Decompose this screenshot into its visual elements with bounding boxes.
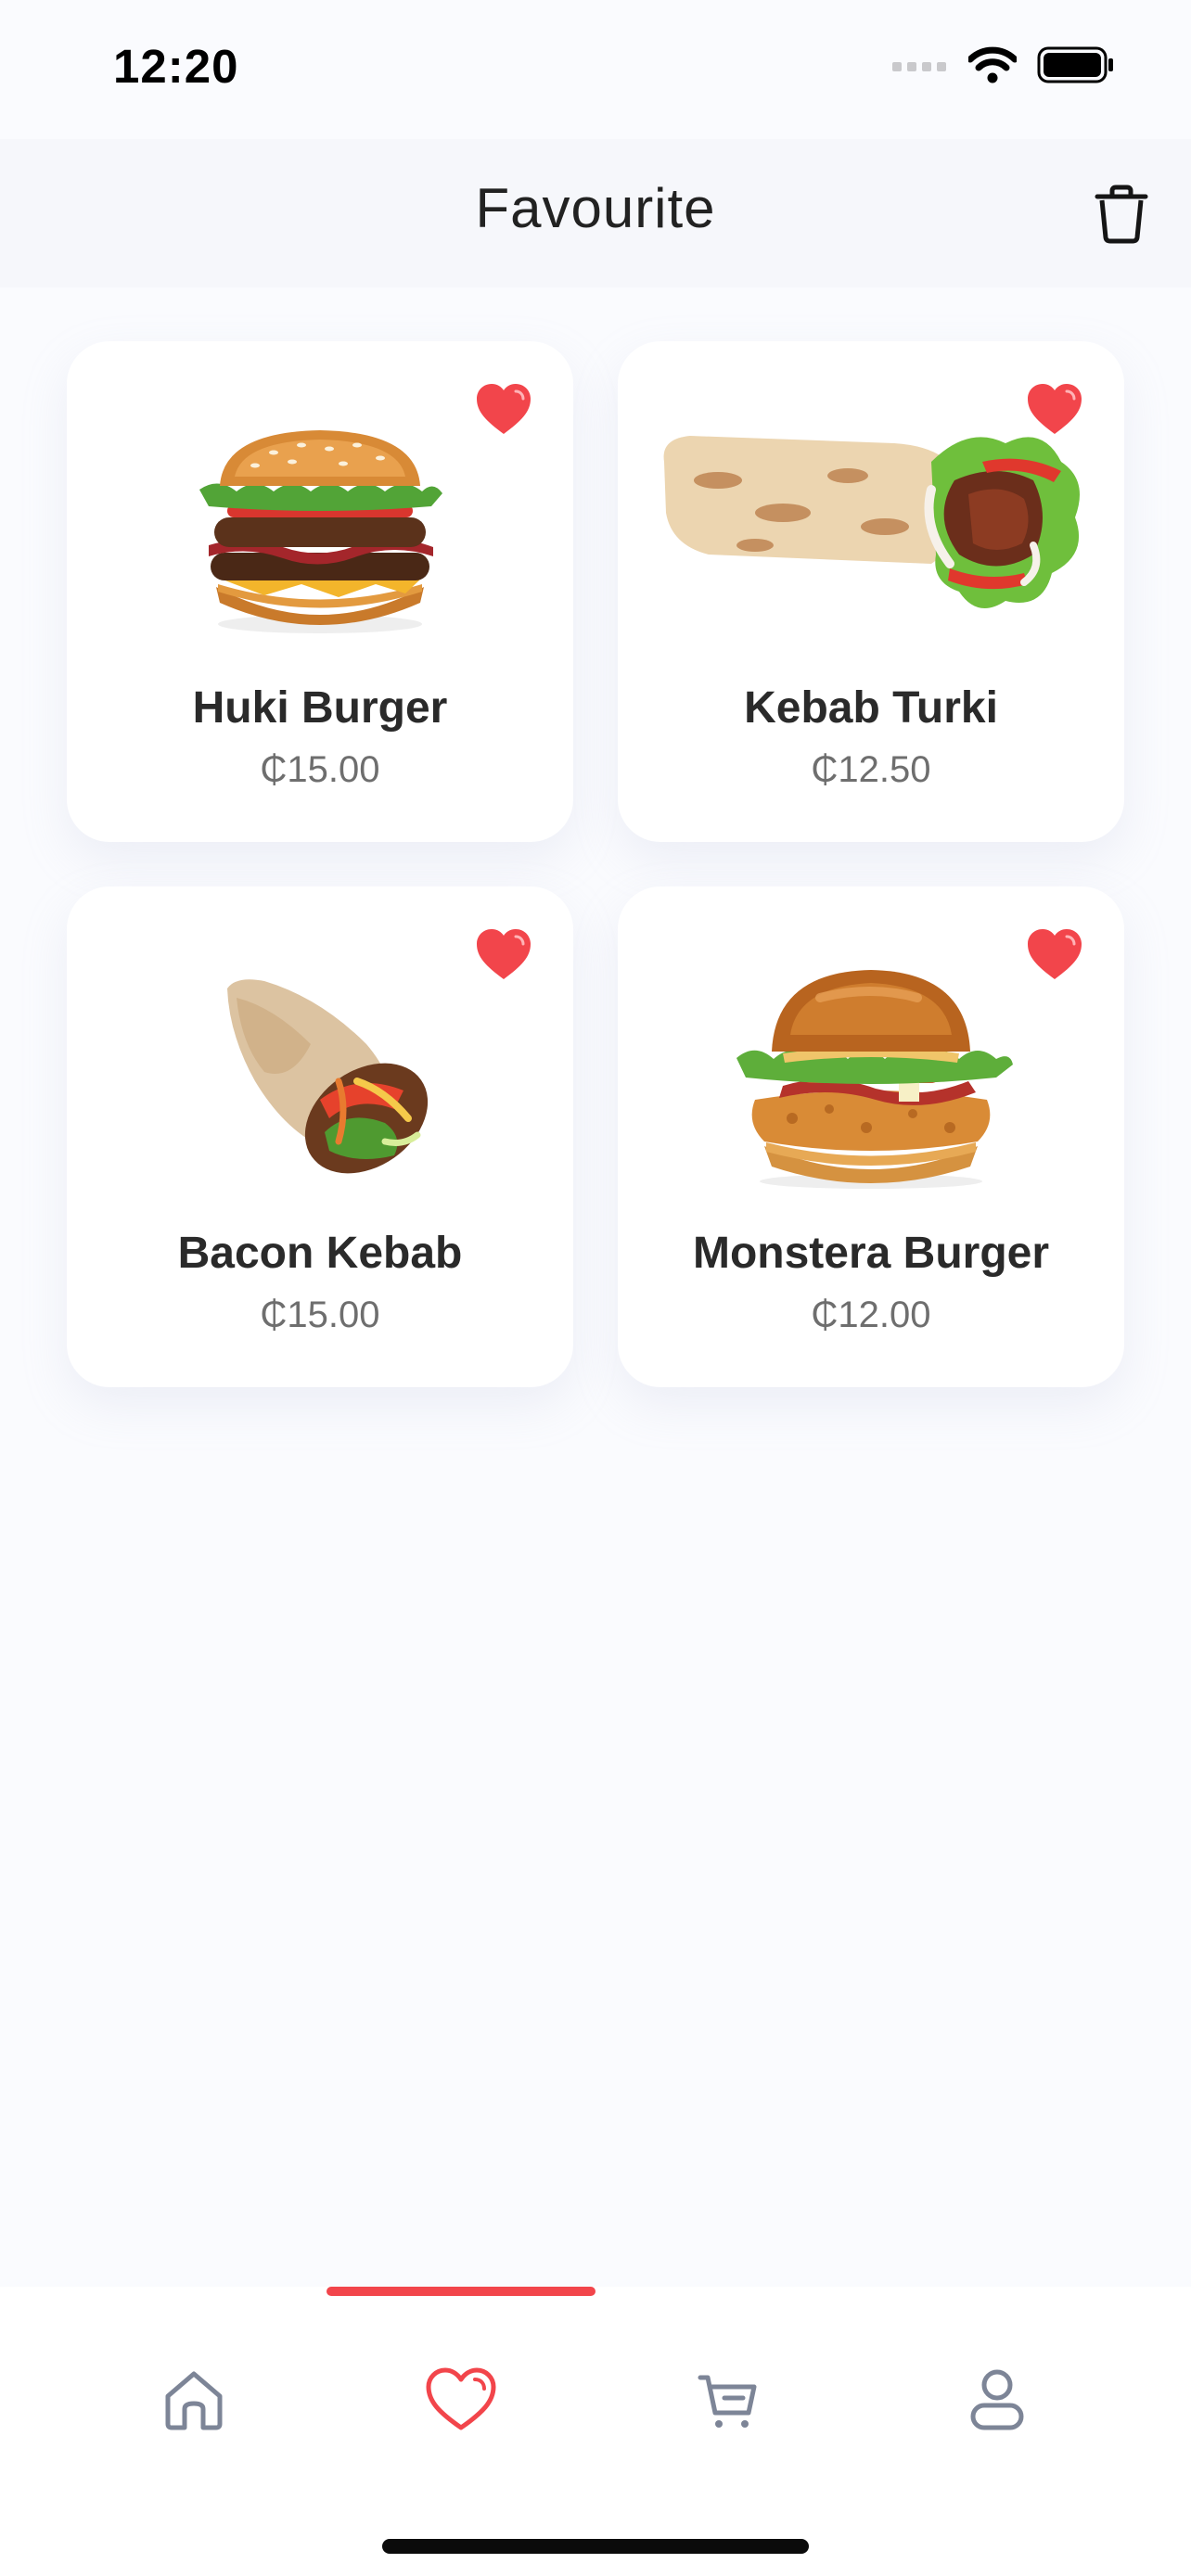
page-title: Favourite [475, 177, 716, 239]
kebab-wrap-image [618, 406, 1124, 657]
chicken-burger-image [618, 951, 1124, 1202]
heart-icon [426, 2367, 496, 2430]
food-card[interactable]: Kebab Turki ₵12.50 [618, 341, 1124, 842]
status-bar: 12:20 [0, 0, 1191, 139]
tab-cart[interactable] [682, 2353, 775, 2446]
kebab-roll-image [67, 951, 573, 1202]
bottom-tab-bar [0, 2287, 1191, 2576]
food-name: Monstera Burger [692, 1229, 1050, 1278]
favourites-grid: Huki Burger ₵15.00 Kebab Turki ₵12.50 Ba… [67, 341, 1124, 1387]
clear-favourites-button[interactable] [1087, 178, 1156, 250]
cart-icon [698, 2375, 757, 2428]
wifi-icon [968, 46, 1017, 83]
food-name: Bacon Kebab [177, 1229, 463, 1278]
tab-profile[interactable] [951, 2353, 1044, 2446]
food-card[interactable]: Huki Burger ₵15.00 [67, 341, 573, 842]
food-card[interactable]: Monstera Burger ₵12.00 [618, 886, 1124, 1387]
trash-icon [1095, 185, 1148, 244]
home-icon [165, 2371, 223, 2430]
tab-favourite[interactable] [415, 2353, 507, 2446]
food-name: Kebab Turki [744, 683, 998, 733]
battery-icon [1037, 46, 1113, 83]
profile-icon [970, 2369, 1024, 2430]
status-time: 12:20 [113, 40, 239, 93]
burger-image [67, 406, 573, 657]
cellular-signal-icon [892, 62, 946, 71]
header: Favourite [0, 139, 1191, 287]
food-card[interactable]: Bacon Kebab ₵15.00 [67, 886, 573, 1387]
food-price: ₵12.50 [811, 749, 931, 790]
food-price: ₵12.00 [811, 1294, 931, 1335]
food-price: ₵15.00 [260, 749, 380, 790]
active-tab-indicator [327, 2287, 596, 2296]
status-icons [892, 46, 1115, 83]
tab-home[interactable] [147, 2353, 240, 2446]
home-indicator [382, 2539, 809, 2554]
food-name: Huki Burger [192, 683, 448, 733]
food-price: ₵15.00 [260, 1294, 380, 1335]
